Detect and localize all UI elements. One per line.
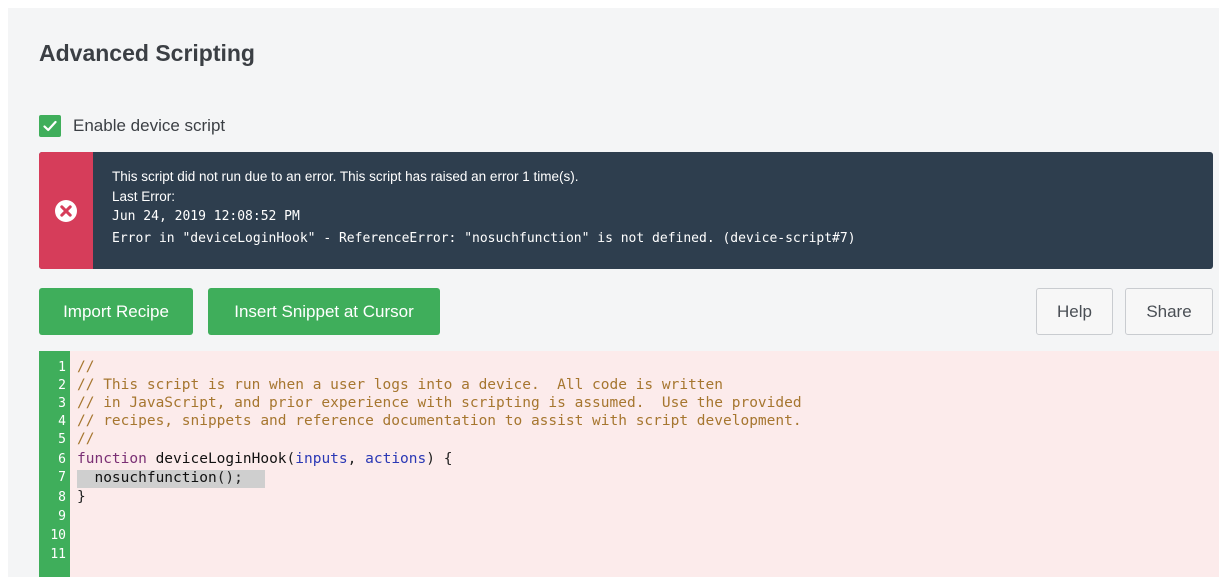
error-call: nosuchfunction [77,470,217,486]
code-line-2: // This script is run when a user logs i… [77,377,724,393]
line-number: 10 [50,528,66,543]
alert-body: This script did not run due to an error.… [112,167,856,249]
code-line-1: // [77,359,95,375]
alert-error-text: Error in "deviceLoginHook" - ReferenceEr… [112,231,856,246]
line-number: 1 [58,360,66,375]
param-separator: , [347,451,366,467]
keyword-function: function [77,451,147,467]
line-number: 4 [58,414,66,429]
import-recipe-button[interactable]: Import Recipe [39,288,193,335]
code-line-8: } [77,489,86,505]
advanced-scripting-panel: Advanced Scripting Enable device script … [8,8,1219,577]
share-button[interactable]: Share [1125,288,1213,335]
alert-last-error-label: Last Error: [112,189,176,204]
line-number: 2 [58,378,66,393]
paren-open: ( [286,451,296,467]
line-number: 7 [58,470,66,485]
section-title: Advanced Scripting [39,40,255,66]
line-number: 3 [58,396,66,411]
line-number: 11 [50,547,66,562]
alert-message: This script did not run due to an error.… [112,169,579,184]
alert-icon-strip [39,152,93,269]
code-line-3: // in JavaScript, and prior experience w… [77,395,802,411]
error-circle-x-icon [55,199,77,222]
enable-device-script-row[interactable]: Enable device script [39,114,225,138]
enable-device-script-label[interactable]: Enable device script [73,116,225,136]
line-number: 5 [58,432,66,447]
code-line-5: // [77,431,95,447]
param-inputs: inputs [295,451,348,467]
enable-device-script-checkbox[interactable] [39,115,61,137]
function-name: deviceLoginHook [155,451,287,467]
param-actions: actions [365,451,427,467]
insert-snippet-button[interactable]: Insert Snippet at Cursor [208,288,440,335]
checkmark-icon [43,120,57,132]
error-alert: This script did not run due to an error.… [39,152,1213,269]
code-line-6: function deviceLoginHook(inputs, actions… [77,450,452,468]
error-call-parens: (); [216,470,243,486]
line-number: 9 [58,509,66,524]
line-number-gutter: 1 2 3 4 5 6 7 8 9 10 11 [39,351,70,577]
line-number: 6 [58,452,66,467]
help-button[interactable]: Help [1036,288,1113,335]
code-line-4: // recipes, snippets and reference docum… [77,413,802,429]
code-editor[interactable]: 1 2 3 4 5 6 7 8 9 10 11 // // This scrip… [39,351,1219,577]
code-line-7: nosuchfunction(); [77,469,243,487]
alert-timestamp: Jun 24, 2019 12:08:52 PM [112,209,300,224]
line-number: 8 [58,490,66,505]
paren-close-brace: ) { [426,451,453,467]
